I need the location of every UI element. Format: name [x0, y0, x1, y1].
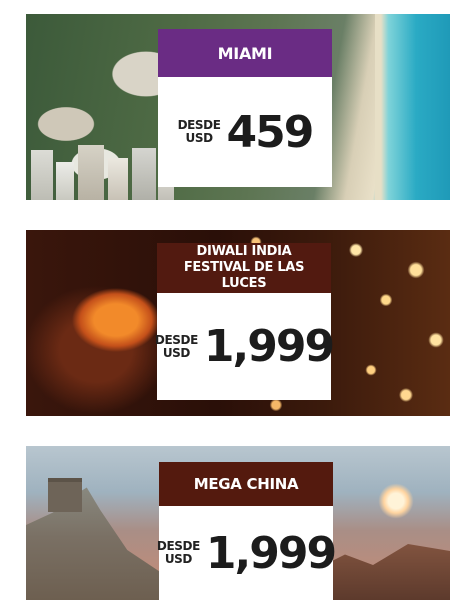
price-prefix: DESDE USD [154, 332, 198, 360]
city-buildings-image [26, 140, 176, 200]
price-block: DESDE USD 459 [158, 77, 332, 187]
price-value: 1,999 [203, 321, 335, 372]
currency-label: USD [162, 345, 191, 360]
price-value: 1,999 [205, 527, 337, 579]
currency-label: USD [164, 552, 193, 566]
ocean-image-area [375, 14, 450, 200]
destination-title-line1: DIWALI INDIA [196, 244, 292, 259]
price-block: DESDE USD 1,999 [154, 293, 335, 400]
price-block: DESDE USD 1,999 [157, 506, 337, 600]
price-prefix: DESDE USD [157, 540, 200, 566]
banner-mega-china[interactable]: MEGA CHINA DESDE USD 1,999 [26, 446, 450, 600]
currency-label: USD [185, 131, 213, 145]
offer-card-china: MEGA CHINA DESDE USD 1,999 [157, 462, 337, 600]
desde-label: DESDE [154, 332, 198, 347]
wall-tower-shape [48, 478, 82, 512]
price-value: 459 [226, 106, 315, 158]
great-wall-shape [26, 487, 161, 600]
destination-title: MEGA CHINA [159, 462, 333, 506]
offer-card-miami: MIAMI DESDE USD 459 [158, 29, 332, 187]
banner-miami[interactable]: MIAMI DESDE USD 459 [26, 14, 450, 200]
destination-title: DIWALI INDIA FESTIVAL DE LAS LUCES [157, 243, 331, 293]
destination-title: MIAMI [158, 29, 332, 77]
price-prefix: DESDE USD [178, 119, 221, 145]
offer-card-diwali: DIWALI INDIA FESTIVAL DE LAS LUCES DESDE… [154, 243, 335, 400]
banner-diwali-india[interactable]: DIWALI INDIA FESTIVAL DE LAS LUCES DESDE… [26, 230, 450, 416]
destination-title-line2: FESTIVAL DE LAS LUCES [183, 260, 305, 291]
